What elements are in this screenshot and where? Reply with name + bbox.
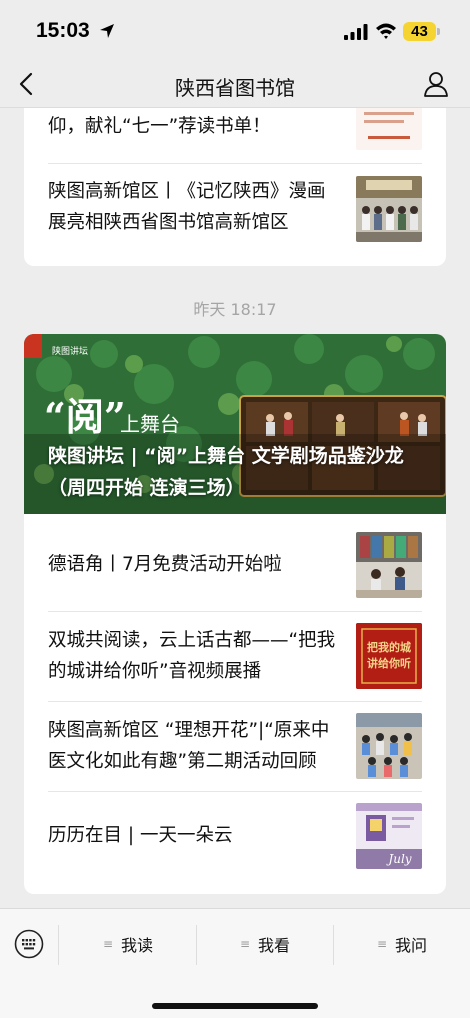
tab-menu-ask[interactable]: ≡ 我问	[334, 921, 470, 967]
hero-tagline-sub: 上舞台	[120, 412, 180, 436]
article-title: 历历在目 | 一天一朵云	[48, 825, 233, 846]
list-item[interactable]: 陕图高新馆区丨《记忆陕西》漫画展亮相陕西省图书馆高新馆区	[48, 176, 422, 242]
keyboard-toggle-icon[interactable]	[14, 929, 44, 959]
divider	[48, 791, 422, 792]
svg-text:讲给你听: 讲给你听	[367, 656, 411, 670]
article-card: 陕图讲坛 “阅” 上舞台 陕图讲坛 | “阅”上舞台 文学剧场品鉴沙龙（周四开始…	[24, 334, 446, 894]
article-thumbnail	[356, 713, 422, 779]
divider	[48, 701, 422, 702]
article-title: 陕图高新馆区丨《记忆陕西》漫画展亮相陕西省图书馆高新馆区	[48, 181, 326, 233]
tab-label: 我读	[121, 936, 154, 955]
article-title: 德语角丨7月免费活动开始啦	[48, 554, 282, 575]
cellular-signal-icon	[344, 24, 368, 40]
divider	[48, 163, 422, 164]
status-time: 15:03	[36, 19, 90, 42]
article-title: 双城共阅读，云上话古都——“把我的城讲给你听”音视频展播	[48, 630, 336, 682]
battery-indicator: 43	[403, 22, 436, 41]
article-thumbnail	[356, 532, 422, 598]
profile-icon[interactable]	[422, 70, 450, 98]
hero-article-title: 陕图讲坛 | “阅”上舞台 文学剧场品鉴沙龙（周四开始 连演三场）	[48, 445, 404, 499]
menu-lines-icon: ≡	[102, 937, 114, 951]
list-item[interactable]: 历历在目 | 一天一朵云 July	[48, 803, 422, 869]
tab-separator	[58, 925, 59, 965]
menu-lines-icon: ≡	[376, 937, 388, 951]
nav-bar: 陕西省图书馆	[0, 62, 470, 108]
hero-brand-label: 陕图讲坛	[52, 347, 89, 357]
hero-article[interactable]: 陕图讲坛 “阅” 上舞台 陕图讲坛 | “阅”上舞台 文学剧场品鉴沙龙（周四开始…	[24, 334, 446, 514]
location-arrow-icon	[100, 24, 114, 38]
divider	[48, 611, 422, 612]
status-bar: 15:03 43	[0, 0, 470, 62]
list-item[interactable]: 双城共阅读，云上话古都——“把我的城讲给你听”音视频展播 把我的城 讲给你听	[48, 623, 422, 689]
article-thumbnail	[356, 176, 422, 242]
article-thumbnail: 把我的城 讲给你听	[356, 623, 422, 689]
home-indicator	[152, 1003, 318, 1009]
message-timestamp: 昨天 18:17	[193, 300, 277, 319]
svg-text:把我的城: 把我的城	[367, 640, 411, 654]
article-thumbnail: July	[356, 803, 422, 869]
article-title: 陕图高新馆区 “理想开花”|“原来中医文化如此有趣”第二期活动回顾	[48, 720, 330, 772]
menu-lines-icon: ≡	[239, 937, 251, 951]
battery-tip	[437, 28, 440, 35]
list-item[interactable]: 陕图高新馆区 “理想开花”|“原来中医文化如此有趣”第二期活动回顾	[48, 713, 422, 779]
tab-label: 我问	[395, 936, 428, 955]
page-title: 陕西省图书馆	[175, 76, 295, 100]
list-item[interactable]: 德语角丨7月免费活动开始啦	[48, 532, 422, 598]
tab-label: 我看	[258, 936, 291, 955]
hero-tagline: “阅”	[44, 394, 126, 439]
bottom-menu-bar: ≡ 我读 ≡ 我看 ≡ 我问	[0, 908, 470, 1018]
wifi-icon	[376, 23, 396, 39]
svg-text:July: July	[385, 852, 411, 866]
tab-menu-read[interactable]: ≡ 我读	[60, 921, 196, 967]
tab-menu-watch[interactable]: ≡ 我看	[197, 921, 333, 967]
